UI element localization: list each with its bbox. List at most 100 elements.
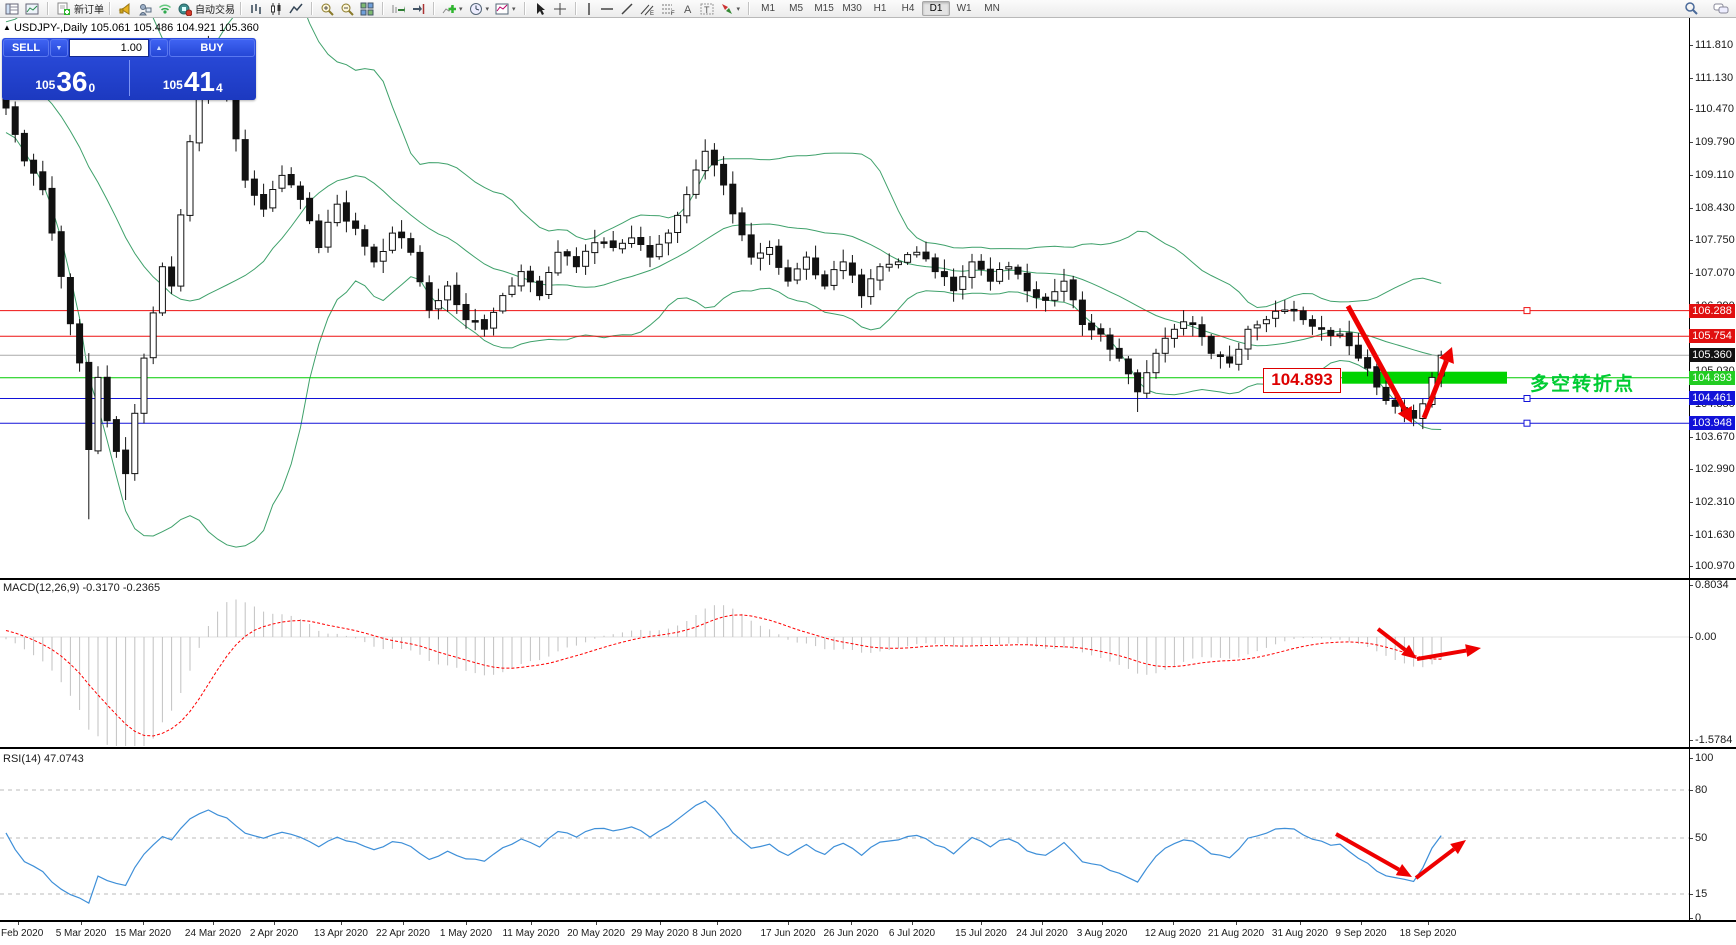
candle-body bbox=[113, 420, 119, 452]
level-price-callout[interactable]: 104.893 bbox=[1263, 368, 1341, 393]
candle-body bbox=[923, 252, 929, 259]
candle-body bbox=[307, 198, 313, 220]
candle-body bbox=[932, 258, 938, 272]
candle-body bbox=[1024, 273, 1030, 290]
candle-body bbox=[261, 195, 267, 210]
candle-body bbox=[546, 273, 552, 295]
candle-body bbox=[831, 270, 837, 286]
candle-body bbox=[481, 320, 487, 330]
candle-body bbox=[159, 267, 165, 313]
candle-body bbox=[463, 305, 469, 320]
candle-body bbox=[49, 188, 55, 233]
candle-body bbox=[233, 99, 239, 139]
volume-input[interactable]: 1.00 bbox=[69, 39, 149, 57]
candle-body bbox=[251, 179, 257, 195]
candle-body bbox=[270, 190, 276, 208]
candle-body bbox=[969, 262, 975, 278]
volume-down-button[interactable]: ▼ bbox=[50, 39, 68, 57]
candle-body bbox=[500, 296, 506, 311]
candle-body bbox=[822, 275, 828, 286]
candle-body bbox=[343, 203, 349, 221]
candle-body bbox=[1052, 292, 1058, 301]
macd-pane bbox=[0, 600, 1689, 762]
candle-body bbox=[647, 246, 653, 258]
direction-up-icon: ▲ bbox=[3, 23, 11, 32]
candle-body bbox=[1236, 349, 1242, 364]
candle-body bbox=[141, 358, 147, 413]
candle-body bbox=[868, 279, 874, 297]
candle-body bbox=[987, 269, 993, 281]
buy-button[interactable]: BUY bbox=[169, 39, 255, 57]
candle-body bbox=[1245, 329, 1251, 349]
candle-body bbox=[1181, 322, 1187, 329]
candle-body bbox=[629, 238, 635, 244]
candle-body bbox=[316, 221, 322, 248]
buy-price[interactable]: 105 41 4 bbox=[130, 58, 257, 98]
ohlc-high: 105.486 bbox=[133, 22, 173, 34]
pane-separator-macd[interactable] bbox=[0, 578, 1736, 580]
macd-label: MACD(12,26,9) -0.3170 -0.2365 bbox=[3, 582, 160, 594]
sell-price[interactable]: 105 36 0 bbox=[2, 58, 129, 98]
candle-body bbox=[1015, 267, 1021, 274]
candle-body bbox=[1153, 353, 1159, 372]
candle-body bbox=[187, 142, 193, 216]
candle-body bbox=[739, 213, 745, 235]
candle-body bbox=[730, 184, 736, 214]
candle-body bbox=[1282, 310, 1288, 312]
candle-body bbox=[150, 313, 156, 358]
candle-body bbox=[859, 275, 865, 296]
candle-body bbox=[123, 450, 129, 474]
rsi-line bbox=[6, 801, 1441, 903]
chart-canvas[interactable] bbox=[0, 0, 1736, 945]
pane-separator-rsi[interactable] bbox=[0, 747, 1736, 749]
candle-body bbox=[1309, 320, 1315, 327]
candle-body bbox=[95, 377, 101, 451]
candle-body bbox=[1199, 325, 1205, 337]
candle-body bbox=[1217, 355, 1223, 357]
price-tag: 105.754 bbox=[1689, 329, 1735, 343]
candle-body bbox=[435, 301, 441, 309]
candle-body bbox=[748, 235, 754, 257]
candle-body bbox=[279, 175, 285, 188]
annotation-arrowhead bbox=[1465, 644, 1481, 657]
candle-body bbox=[491, 312, 497, 328]
candle-body bbox=[1070, 280, 1076, 300]
annotation-arrow bbox=[1424, 361, 1446, 418]
candle-body bbox=[40, 172, 46, 190]
candle-body bbox=[472, 321, 478, 323]
candle-body bbox=[1355, 345, 1361, 358]
chart-title: ▲ USDJPY-,Daily 105.061 105.486 104.921 … bbox=[3, 22, 259, 34]
ohlc-close: 105.360 bbox=[219, 22, 259, 34]
candle-body bbox=[1300, 311, 1306, 320]
candle-body bbox=[169, 267, 175, 286]
candle-body bbox=[1273, 311, 1279, 318]
turning-point-text[interactable]: 多空转折点 bbox=[1530, 369, 1635, 396]
candle-body bbox=[573, 257, 579, 267]
price-axis-line bbox=[1689, 18, 1690, 921]
one-click-trading-panel: SELL ▼ 1.00 ▲ BUY 105 36 0 105 41 4 bbox=[2, 38, 256, 100]
candle-body bbox=[1061, 281, 1067, 291]
candle-body bbox=[721, 164, 727, 185]
candle-body bbox=[371, 247, 377, 262]
candle-body bbox=[12, 107, 18, 135]
annotation-arrow bbox=[1378, 629, 1405, 650]
candle-body bbox=[1227, 357, 1233, 363]
line-handle bbox=[1524, 308, 1530, 314]
candle-body bbox=[325, 222, 331, 247]
candle-body bbox=[555, 252, 561, 273]
candle-body bbox=[914, 252, 920, 255]
candle-body bbox=[592, 243, 598, 253]
candle-body bbox=[1319, 328, 1325, 330]
rsi-label: RSI(14) 47.0743 bbox=[3, 753, 84, 765]
candle-body bbox=[408, 239, 414, 253]
candle-body bbox=[675, 215, 681, 232]
candle-body bbox=[509, 286, 515, 294]
volume-up-button[interactable]: ▲ bbox=[150, 39, 168, 57]
candle-body bbox=[527, 271, 533, 282]
sell-button[interactable]: SELL bbox=[3, 39, 49, 57]
candle-body bbox=[417, 252, 423, 281]
annotation-arrow bbox=[1336, 834, 1399, 870]
candle-body bbox=[767, 248, 773, 255]
candle-body bbox=[1263, 320, 1269, 324]
candle-body bbox=[610, 241, 616, 248]
